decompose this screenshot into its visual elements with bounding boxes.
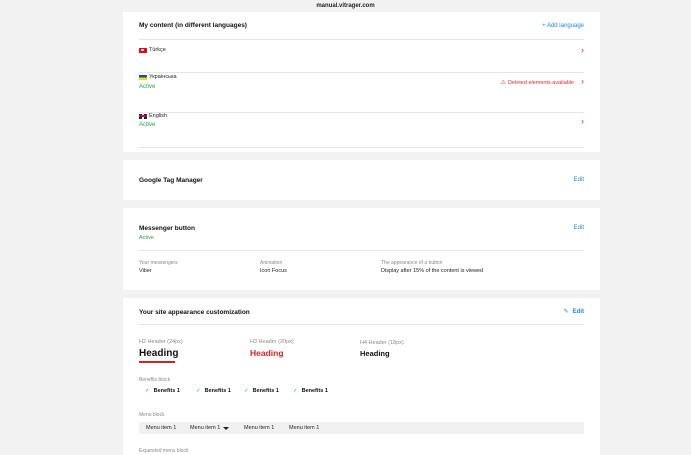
h2-sample: Heading [139,348,179,359]
messenger-edit-link[interactable]: Edit [574,225,584,231]
messenger-title: Messenger button [139,225,195,232]
language-name: English [139,113,167,119]
messengers-label: Your messengers [139,260,178,266]
menu-item[interactable]: Menu item 1 [146,422,176,434]
language-row-ukrainian[interactable]: Українська Active ⚠ Deleted elements ava… [139,73,584,107]
benefit-item: ✓ Benefits 1 [145,388,180,394]
benefit-item: ✓ Benefits 1 [196,388,231,394]
benefit-item: ✓ Benefits 1 [293,388,328,394]
appearance-card: Your site appearance customization ✎ Edi… [123,298,600,455]
messenger-status: Active [139,235,154,241]
appearance-label: The appearance of a button [381,260,443,266]
status-active: Active [139,122,156,128]
check-icon: ✓ [145,388,150,394]
appearance-title: Your site appearance customization [139,309,250,316]
deleted-elements-warning: ⚠ Deleted elements available [500,79,574,87]
chevron-right-icon[interactable]: › [581,46,584,55]
h4-label: H4 Header (18px) [360,340,404,346]
menu-item-dropdown[interactable]: Menu item 1 [190,422,230,434]
menu-item[interactable]: Menu item 1 [244,422,274,434]
divider [139,324,584,325]
h2-underline [139,361,175,363]
divider [139,250,584,251]
check-icon: ✓ [293,388,298,394]
gtm-edit-link[interactable]: Edit [574,177,584,183]
language-name: Українська [139,74,177,80]
menu-item[interactable]: Menu item 1 [289,422,319,434]
benefits-block-label: Benefits block [139,377,171,383]
pencil-icon: ✎ [563,309,569,315]
status-active: Active [139,84,156,90]
appearance-value: Display after 15% of the content is view… [381,268,484,274]
add-language-link[interactable]: + Add language [542,23,584,29]
language-name: Türkçe [139,47,166,53]
turkey-flag-icon [139,47,147,53]
animation-value: Icon Focus [260,268,287,274]
animation-label: Animation [260,260,283,266]
gtm-card: Google Tag Manager Edit [123,160,600,200]
messengers-value: Viber [139,268,152,274]
h3-sample: Heading [250,348,284,358]
divider [139,147,584,148]
language-row-turkce[interactable]: Türkçe › [139,40,584,72]
warning-icon: ⚠ [500,80,506,86]
appearance-edit-link[interactable]: ✎ Edit [563,308,584,316]
benefit-item: ✓ Benefits 1 [244,388,279,394]
caret-down-icon [223,426,230,430]
chevron-right-icon[interactable]: › [581,77,584,86]
messenger-card: Messenger button Active Edit Your messen… [123,208,600,290]
content-card-title: My content (in different languages) [139,22,247,29]
uk-flag-icon [139,113,147,119]
h2-label: H2 Header (24px) [139,339,183,345]
check-icon: ✓ [244,388,249,394]
expanded-menu-label: Expanded menu block [139,448,189,454]
menu-bar: Menu item 1 Menu item 1 Menu item 1 Menu… [139,422,584,434]
menu-block-label: Menu block [139,412,165,418]
h3-label: H3 Header (20px) [250,339,294,345]
gtm-title: Google Tag Manager [139,177,203,184]
content-languages-card: My content (in different languages) + Ad… [123,12,600,152]
check-icon: ✓ [196,388,201,394]
h4-sample: Heading [360,349,390,358]
ukraine-flag-icon [139,74,147,80]
chevron-right-icon[interactable]: › [581,117,584,126]
url-bar: manual.vitrager.com [0,0,691,12]
language-row-english[interactable]: English Active › [139,113,584,147]
